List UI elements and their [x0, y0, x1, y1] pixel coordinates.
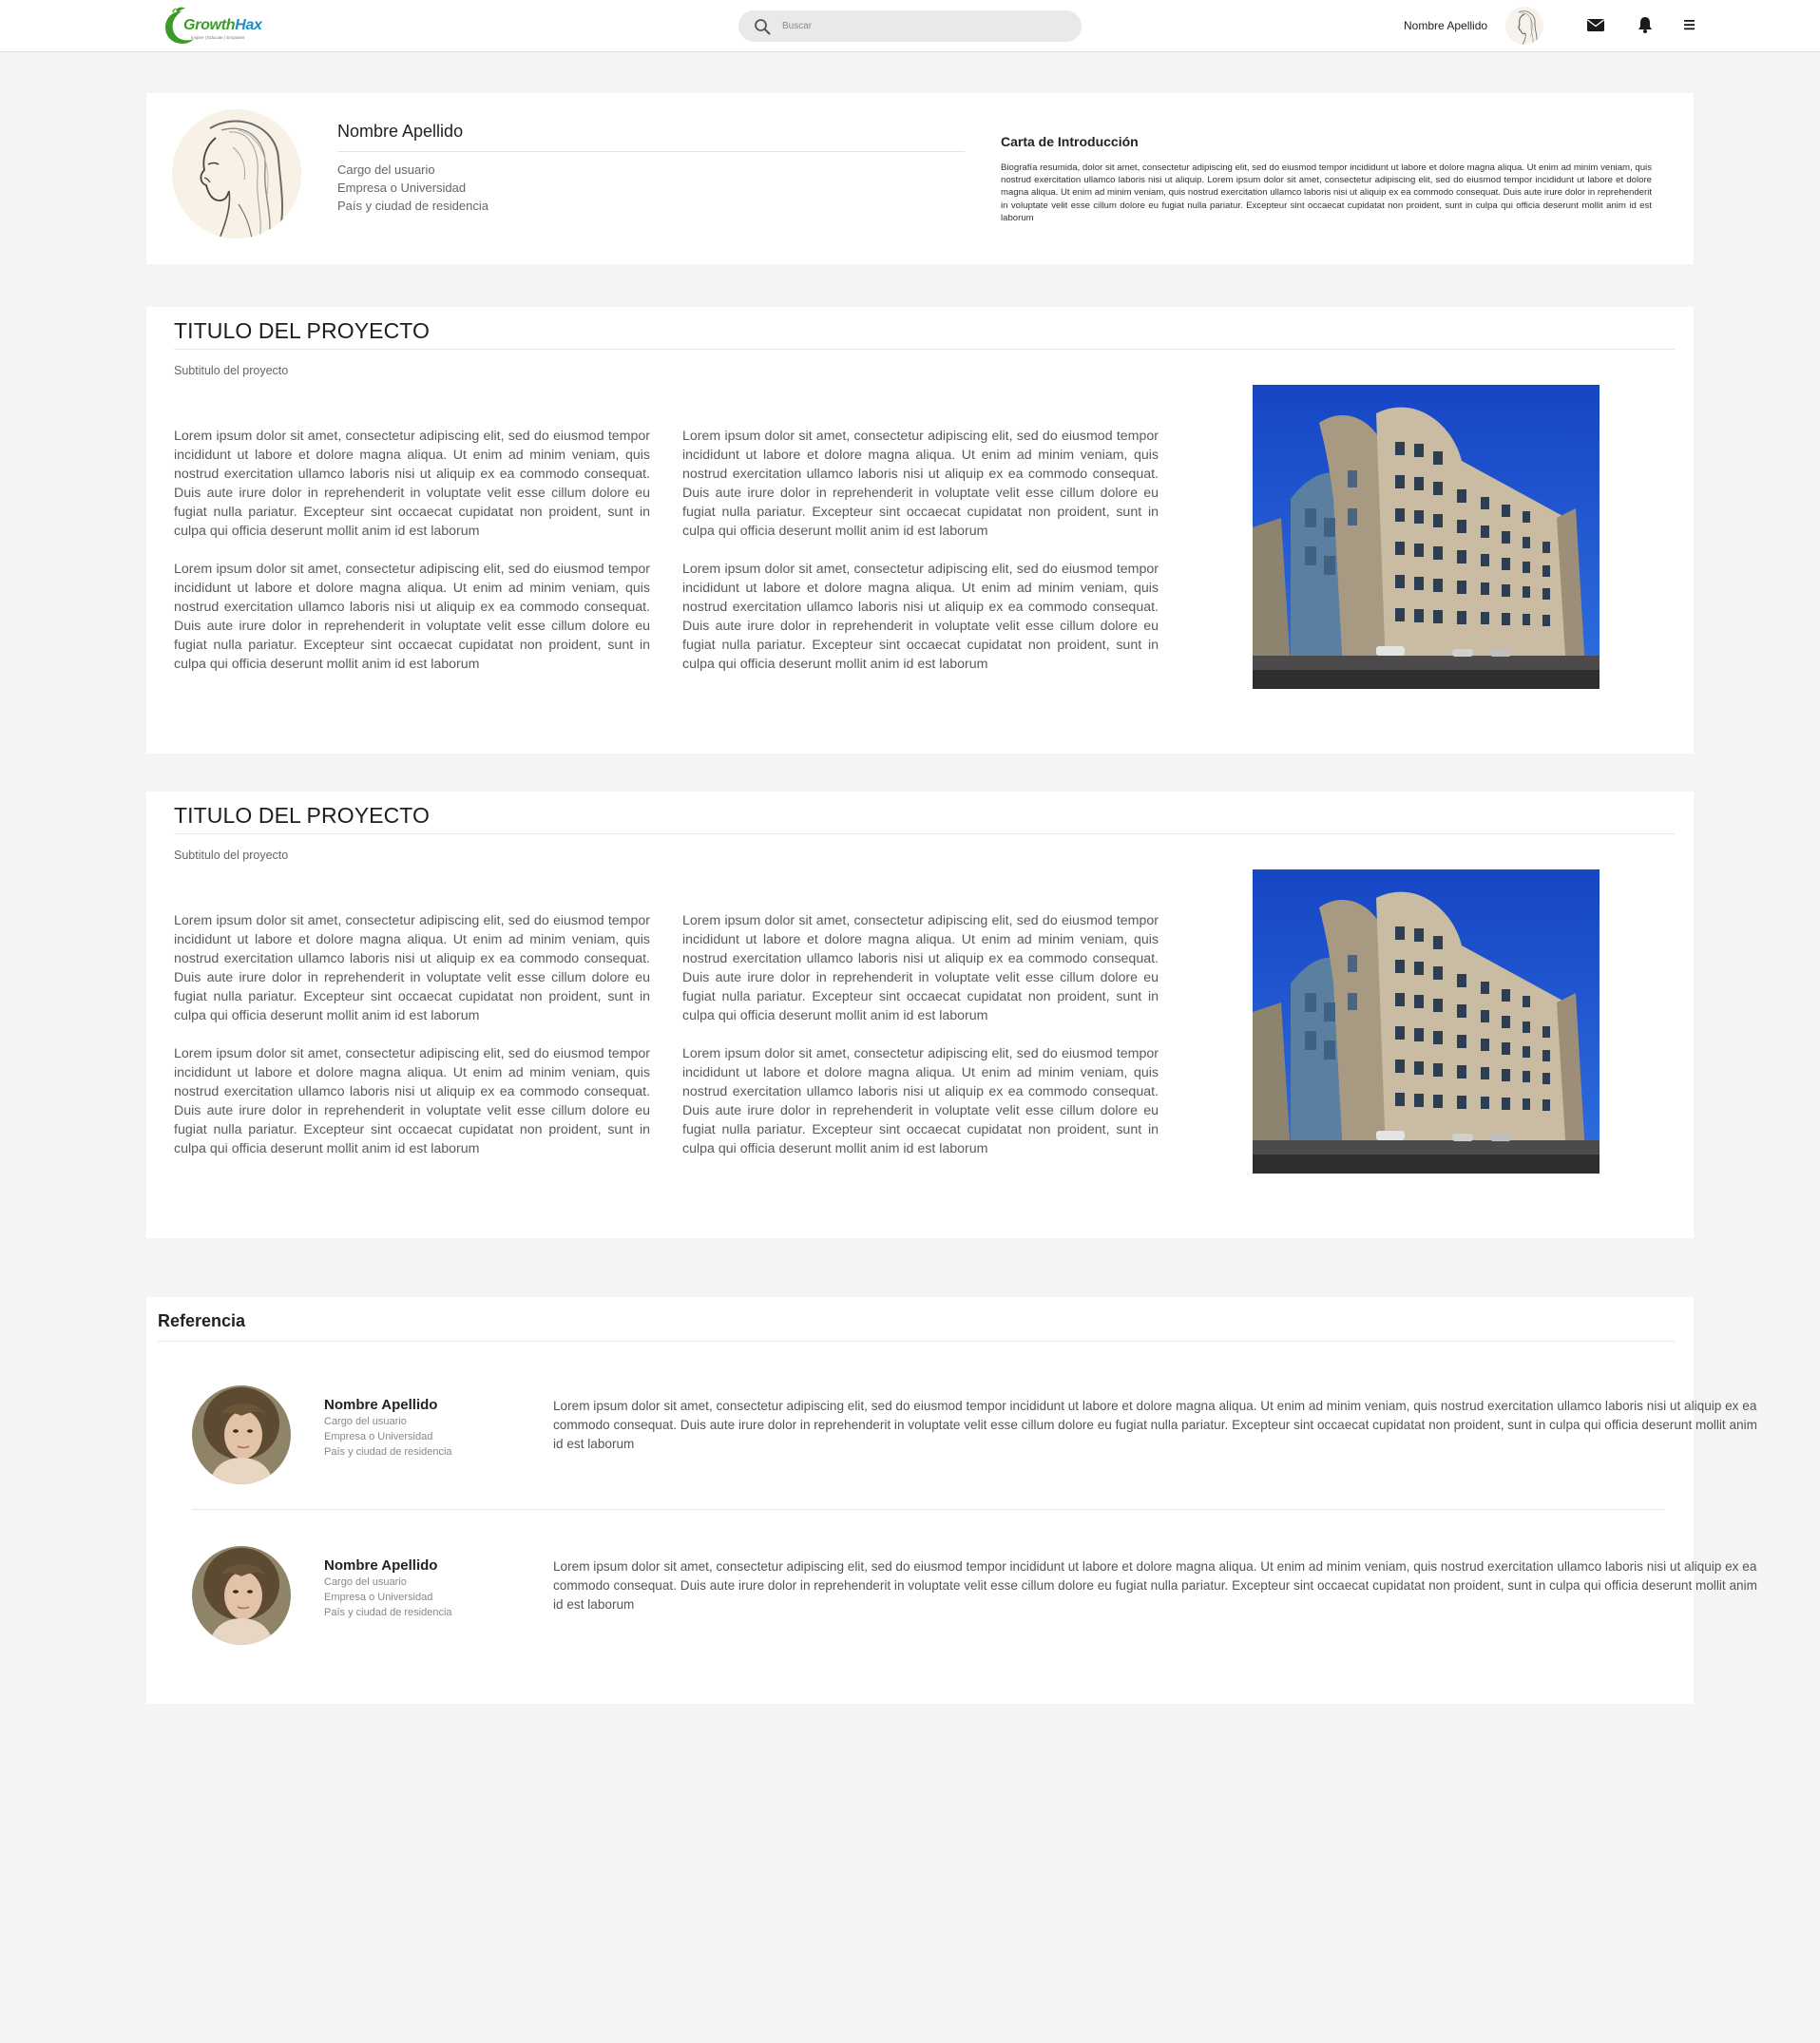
header-user-avatar[interactable] [1505, 7, 1543, 45]
building-photo [1253, 869, 1600, 1174]
project-title: TITULO DEL PROYECTO [174, 803, 431, 828]
header-user-name[interactable]: Nombre Apellido [1404, 19, 1487, 32]
profile-position: Cargo del usuario [337, 162, 435, 177]
woman-portrait-photo [192, 1546, 291, 1645]
profile-location: País y ciudad de residencia [337, 199, 489, 213]
project-image [1253, 385, 1600, 689]
project-card: TITULO DEL PROYECTO Subtitulo del proyec… [146, 792, 1694, 1238]
logo-wordmark: GrowthHax [183, 17, 262, 33]
reference-position: Cargo del usuario [324, 1576, 407, 1588]
project-paragraph: Lorem ipsum dolor sit amet, consectetur … [682, 429, 1159, 539]
references-title: Referencia [158, 1311, 246, 1330]
search-input[interactable] [782, 10, 1067, 42]
profile-name: Nombre Apellido [337, 122, 464, 141]
profile-card: Nombre Apellido Cargo del usuario Empres… [146, 93, 1694, 264]
reference-name: Nombre Apellido [324, 1557, 438, 1574]
project-subtitle: Subtitulo del proyecto [174, 849, 289, 862]
reference-name: Nombre Apellido [324, 1397, 438, 1413]
menu-icon[interactable] [1678, 14, 1699, 35]
building-photo [1253, 385, 1600, 689]
project-paragraph: Lorem ipsum dolor sit amet, consectetur … [682, 562, 1159, 672]
bell-icon[interactable] [1635, 14, 1656, 35]
project-paragraph: Lorem ipsum dolor sit amet, consectetur … [174, 1046, 650, 1156]
reference-organization: Empresa o Universidad [324, 1592, 433, 1603]
project-paragraph: Lorem ipsum dolor sit amet, consectetur … [174, 562, 650, 672]
intro-title: Carta de Introducción [1001, 134, 1139, 149]
project-title: TITULO DEL PROYECTO [174, 318, 431, 343]
profile-organization: Empresa o Universidad [337, 181, 467, 195]
sketch-portrait-icon [172, 109, 301, 239]
project-card: TITULO DEL PROYECTO Subtitulo del proyec… [146, 307, 1694, 754]
reference-avatar[interactable] [192, 1385, 291, 1484]
profile-divider [337, 151, 965, 152]
project-paragraph: Lorem ipsum dolor sit amet, consectetur … [174, 913, 650, 1023]
project-paragraph: Lorem ipsum dolor sit amet, consectetur … [174, 429, 650, 539]
project-image [1253, 869, 1600, 1174]
reference-text: Lorem ipsum dolor sit amet, consectetur … [553, 1559, 1757, 1612]
growthhax-logo[interactable]: GrowthHax Inspire | Educate | Empower [163, 6, 262, 46]
project-subtitle: Subtitulo del proyecto [174, 364, 289, 377]
search-bar[interactable] [738, 10, 1082, 42]
woman-portrait-photo [192, 1385, 291, 1484]
reference-separator [192, 1509, 1665, 1510]
reference-item: Nombre Apellido Cargo del usuario Empres… [146, 1546, 1757, 1651]
search-icon [755, 19, 771, 35]
reference-organization: Empresa o Universidad [324, 1431, 433, 1442]
logo-tagline: Inspire | Educate | Empower [191, 35, 245, 40]
profile-avatar [172, 109, 301, 239]
reference-avatar[interactable] [192, 1546, 291, 1645]
reference-item: Nombre Apellido Cargo del usuario Empres… [146, 1385, 1757, 1490]
project-paragraph: Lorem ipsum dolor sit amet, consectetur … [682, 913, 1159, 1023]
top-navigation-bar: GrowthHax Inspire | Educate | Empower No… [0, 0, 1820, 52]
references-card: Referencia Nombre Apellido Cargo del usu… [146, 1297, 1757, 1704]
reference-location: País y ciudad de residencia [324, 1607, 452, 1618]
sketch-portrait-icon [1505, 7, 1543, 45]
intro-text: Biografía resumida, dolor sit amet, cons… [1001, 162, 1652, 223]
reference-position: Cargo del usuario [324, 1416, 407, 1427]
mail-icon[interactable] [1585, 14, 1606, 35]
references-divider [158, 1341, 1675, 1342]
reference-location: País y ciudad de residencia [324, 1446, 452, 1458]
project-divider [174, 349, 1675, 350]
project-paragraph: Lorem ipsum dolor sit amet, consectetur … [682, 1046, 1159, 1156]
reference-text: Lorem ipsum dolor sit amet, consectetur … [553, 1399, 1757, 1451]
project-divider [174, 833, 1675, 834]
